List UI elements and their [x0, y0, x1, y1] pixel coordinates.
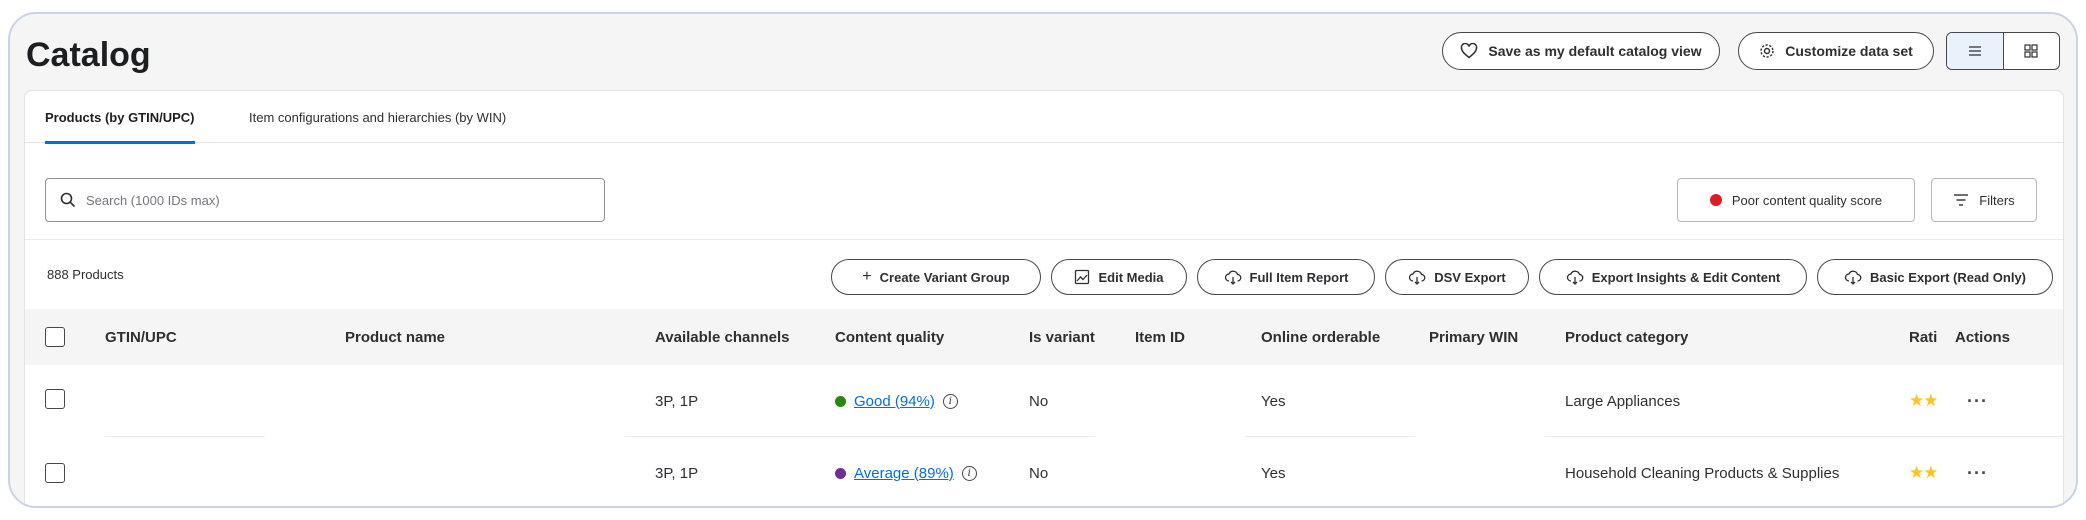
- export-insights-label: Export Insights & Edit Content: [1591, 269, 1781, 285]
- export-insights-button[interactable]: Export Insights & Edit Content: [1539, 259, 1807, 295]
- tab-products-by-gtin[interactable]: Products (by GTIN/UPC): [45, 91, 195, 144]
- online-orderable-cell: Yes: [1261, 392, 1286, 410]
- divider: [25, 239, 2063, 240]
- category-cell: Household Cleaning Products & Supplies: [1565, 464, 1840, 482]
- rating-stars: ★★: [1909, 391, 1939, 410]
- is-variant-cell: No: [1029, 464, 1049, 482]
- customize-data-set-button[interactable]: Customize data set: [1738, 32, 1934, 70]
- online-orderable-cell: Yes: [1261, 464, 1286, 482]
- column-available-channels[interactable]: Available channels: [655, 309, 790, 365]
- tab-bar: Products (by GTIN/UPC) Item configuratio…: [25, 91, 2063, 144]
- products-card: Products (by GTIN/UPC) Item configuratio…: [24, 90, 2065, 506]
- info-icon[interactable]: i: [942, 393, 958, 409]
- product-count: 888 Products: [47, 267, 124, 282]
- content-quality-cell: Average (89%) i: [835, 437, 977, 506]
- filters-button[interactable]: Filters: [1931, 178, 2037, 222]
- column-rating[interactable]: Rati: [1909, 309, 1947, 365]
- view-toggle: [1946, 32, 2060, 70]
- dsv-export-label: DSV Export: [1434, 269, 1506, 285]
- edit-media-label: Edit Media: [1098, 269, 1164, 285]
- row-actions-menu[interactable]: ···: [1967, 365, 1988, 437]
- cloud-download-icon: [1409, 270, 1426, 285]
- column-is-variant[interactable]: Is variant: [1029, 309, 1095, 365]
- heart-icon: [1461, 43, 1478, 59]
- filters-label: Filters: [1979, 192, 2015, 208]
- channels-cell: 3P, 1P: [655, 392, 699, 410]
- column-item-id[interactable]: Item ID: [1135, 309, 1185, 365]
- search-icon: [60, 192, 76, 208]
- list-icon: [1968, 46, 1981, 56]
- tab-item-configurations[interactable]: Item configurations and hierarchies (by …: [249, 91, 506, 143]
- plus-icon: +: [862, 268, 872, 285]
- create-variant-group-label: Create Variant Group: [879, 269, 1010, 285]
- grid-icon: [2024, 44, 2038, 58]
- edit-media-button[interactable]: Edit Media: [1051, 259, 1187, 295]
- filter-icon: [1954, 194, 1969, 206]
- customize-data-set-label: Customize data set: [1785, 43, 1913, 59]
- catalog-frame: Catalog Save as my default catalog view …: [8, 12, 2078, 508]
- gear-icon: [1760, 44, 1774, 58]
- select-all-checkbox[interactable]: [45, 327, 65, 347]
- column-online-orderable[interactable]: Online orderable: [1261, 309, 1380, 365]
- image-icon: [1075, 269, 1090, 285]
- basic-export-label: Basic Export (Read Only): [1869, 269, 2027, 285]
- channels-cell: 3P, 1P: [655, 464, 699, 482]
- table-header: GTIN/UPC Product name Available channels…: [25, 309, 2063, 365]
- quality-link[interactable]: Good (94%): [854, 393, 935, 410]
- table-row[interactable]: 3P, 1P Good (94%) i No Yes Large Applian…: [25, 365, 2065, 437]
- cloud-download-icon: [1844, 270, 1862, 285]
- cloud-download-icon: [1566, 270, 1584, 285]
- cloud-download-icon: [1224, 270, 1241, 285]
- column-primary-win[interactable]: Primary WIN: [1429, 309, 1518, 365]
- is-variant-cell: No: [1029, 392, 1049, 410]
- page-title: Catalog: [26, 36, 151, 74]
- search-box: [45, 178, 605, 222]
- column-product-category[interactable]: Product category: [1565, 309, 1688, 365]
- quality-average-dot: [835, 467, 846, 479]
- save-default-view-button[interactable]: Save as my default catalog view: [1442, 32, 1720, 70]
- category-cell: Large Appliances: [1565, 392, 1681, 410]
- list-view-button[interactable]: [1947, 33, 2004, 69]
- poor-quality-label: Poor content quality score: [1731, 192, 1883, 208]
- grid-view-button[interactable]: [2004, 33, 2060, 69]
- search-input[interactable]: [86, 192, 566, 208]
- quality-good-dot: [835, 395, 846, 407]
- full-item-report-label: Full Item Report: [1249, 269, 1349, 285]
- row-checkbox[interactable]: [45, 389, 65, 409]
- poor-quality-dot: [1709, 194, 1722, 206]
- column-product-name[interactable]: Product name: [345, 309, 445, 365]
- info-icon[interactable]: i: [961, 465, 977, 481]
- rating-stars: ★★: [1909, 463, 1939, 482]
- table-row[interactable]: 3P, 1P Average (89%) i No Yes Household …: [25, 437, 2063, 506]
- create-variant-group-button[interactable]: + Create Variant Group: [831, 259, 1041, 295]
- save-default-view-label: Save as my default catalog view: [1488, 43, 1702, 59]
- column-gtin[interactable]: GTIN/UPC: [105, 309, 177, 365]
- quality-link[interactable]: Average (89%): [854, 465, 954, 482]
- full-item-report-button[interactable]: Full Item Report: [1197, 259, 1375, 295]
- content-quality-cell: Good (94%) i: [835, 365, 958, 437]
- poor-content-quality-filter[interactable]: Poor content quality score: [1677, 178, 1915, 222]
- column-actions: Actions: [1955, 328, 2011, 346]
- row-checkbox[interactable]: [45, 463, 65, 483]
- dsv-export-button[interactable]: DSV Export: [1385, 259, 1529, 295]
- basic-export-button[interactable]: Basic Export (Read Only): [1817, 259, 2053, 295]
- column-content-quality[interactable]: Content quality: [835, 309, 944, 365]
- row-actions-menu[interactable]: ···: [1967, 437, 1988, 506]
